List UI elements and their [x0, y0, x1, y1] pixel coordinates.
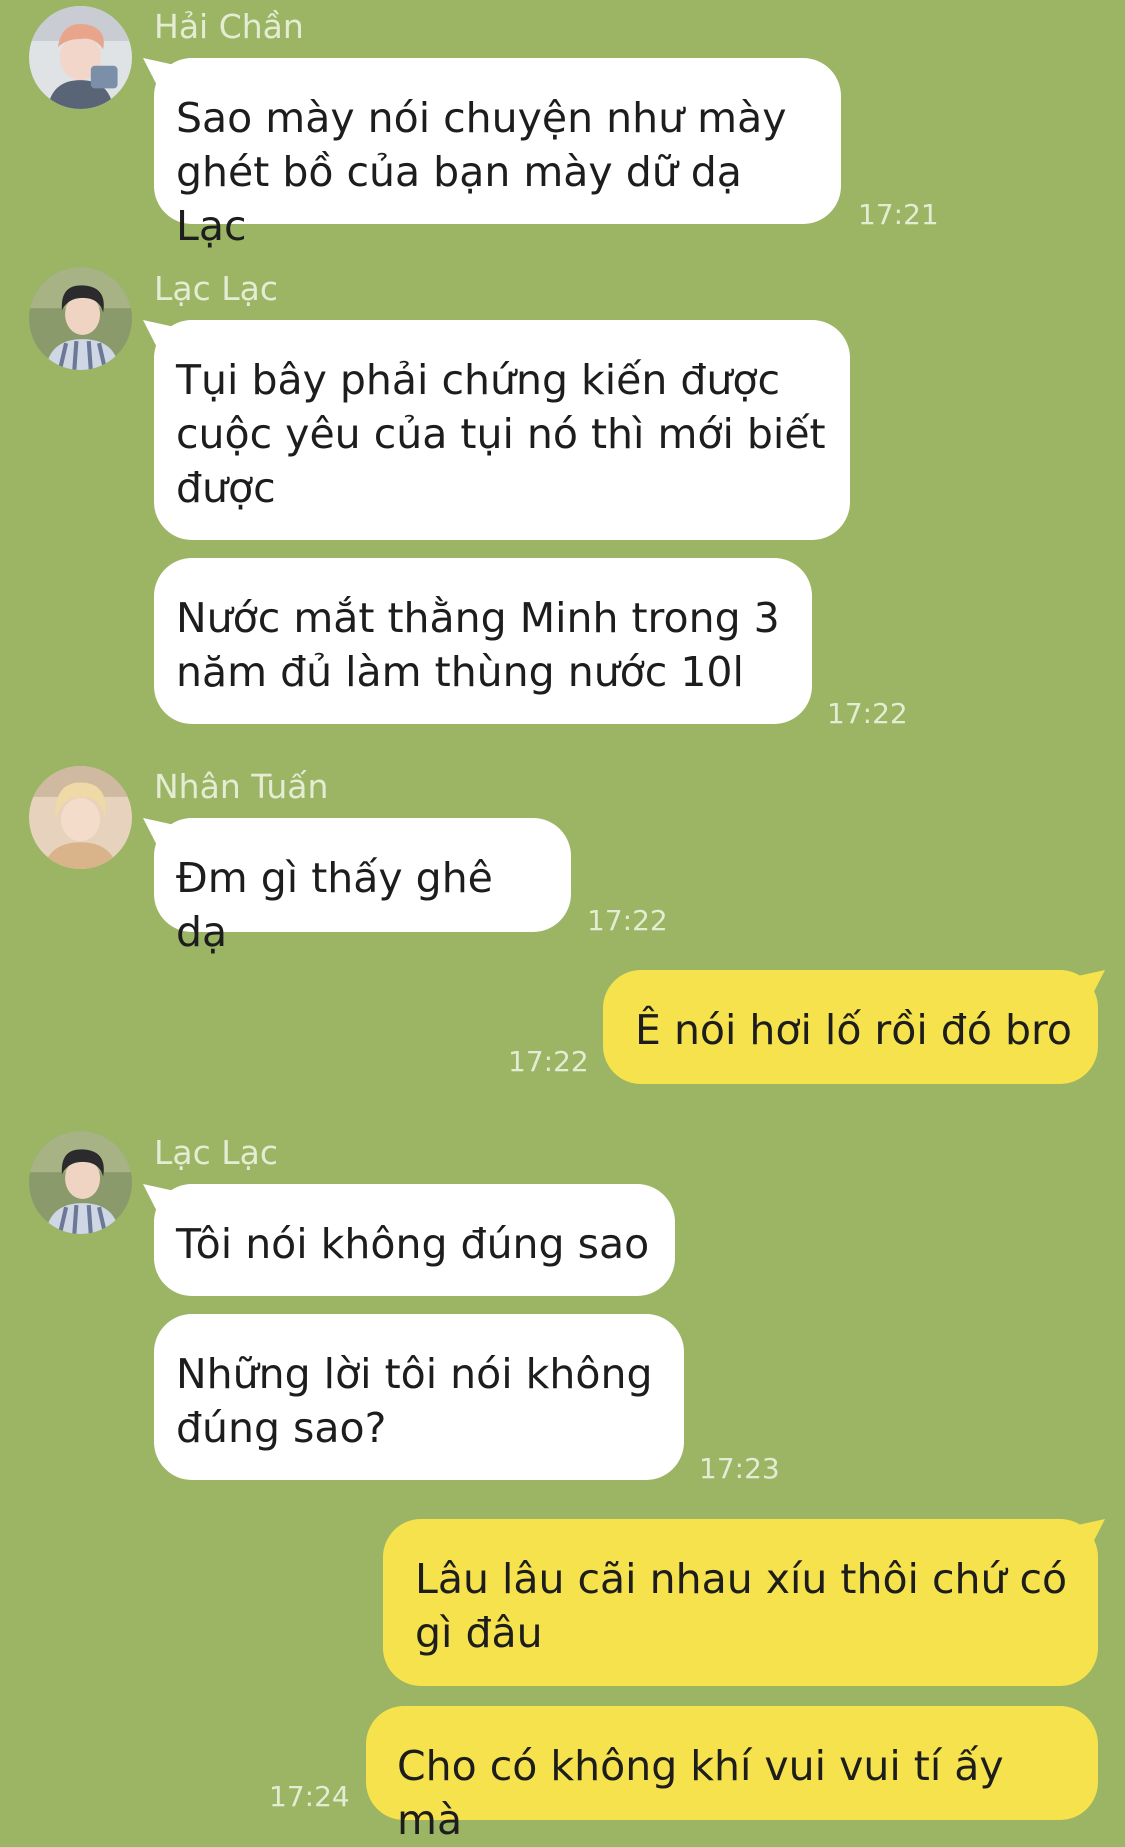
message-bubble[interactable]: Sao mày nói chuyện như mày ghét bồ của b…	[154, 58, 841, 250]
message-bubble[interactable]: Đm gì thấy ghê dạ	[154, 818, 571, 956]
avatar-lac-lac[interactable]	[29, 267, 132, 370]
message-time: 17:23	[699, 1452, 780, 1485]
sender-name: Hải Chần	[154, 7, 304, 46]
message-bubble[interactable]: Tụi bây phải chứng kiến được cuộc yêu củ…	[154, 320, 850, 540]
sender-name: Lạc Lạc	[154, 269, 278, 308]
message-bubble[interactable]: Ê nói hơi lố rồi đó bro	[603, 970, 1098, 1084]
message-bubble[interactable]: Tôi nói không đúng sao	[154, 1184, 675, 1296]
message-time: 17:22	[587, 904, 668, 937]
avatar-lac-lac[interactable]	[29, 1131, 132, 1234]
message-time: 17:24	[269, 1780, 350, 1813]
message-bubble[interactable]: Lâu lâu cãi nhau xíu thôi chứ có gì đâu	[383, 1519, 1098, 1686]
message-time: 17:22	[827, 697, 908, 730]
avatar-hai-chan[interactable]	[29, 6, 132, 109]
sender-name: Nhân Tuấn	[154, 767, 329, 806]
message-bubble[interactable]: Cho có không khí vui vui tí ấy mà	[366, 1706, 1098, 1844]
avatar-nhan-tuan[interactable]	[29, 766, 132, 869]
message-bubble[interactable]: Những lời tôi nói không đúng sao?	[154, 1314, 684, 1480]
message-time: 17:22	[508, 1045, 589, 1078]
sender-name: Lạc Lạc	[154, 1133, 278, 1172]
message-bubble[interactable]: Nước mắt thằng Minh trong 3 năm đủ làm t…	[154, 558, 812, 724]
message-time: 17:21	[858, 198, 939, 231]
